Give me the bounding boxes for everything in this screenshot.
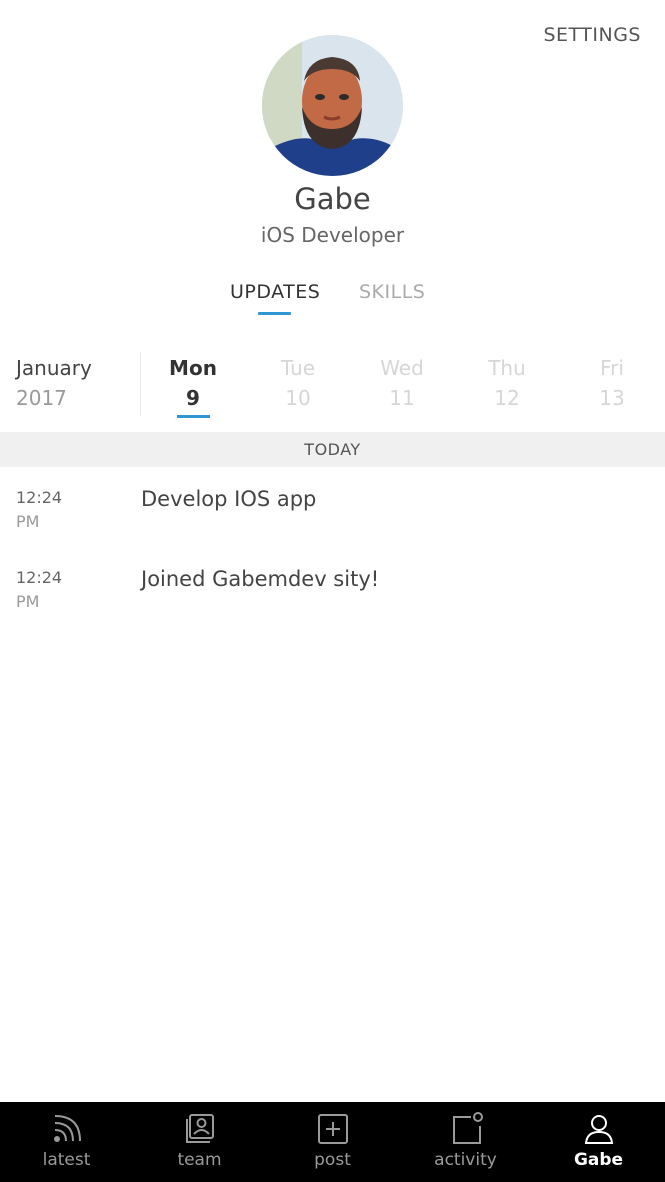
avatar [262, 35, 403, 176]
month-label: January [16, 356, 92, 380]
day-wed[interactable]: Wed 11 [367, 356, 437, 410]
day-name: Tue [280, 356, 316, 380]
tab-updates[interactable]: UPDATES [230, 281, 320, 303]
profile-name: Gabe [294, 182, 371, 216]
update-ampm: PM [16, 512, 40, 531]
profile-tabs: UPDATES SKILLS [0, 281, 665, 321]
bottom-tab-bar: latest team post activity Gabe [0, 1102, 665, 1182]
settings-button[interactable]: SETTINGS [543, 24, 641, 46]
tabbar-profile[interactable]: Gabe [532, 1102, 665, 1182]
list-item[interactable]: 12:24 PM Develop IOS app [0, 486, 665, 556]
team-icon [183, 1112, 217, 1146]
day-name: Fri [600, 356, 624, 380]
tabbar-label: team [177, 1150, 222, 1170]
tabbar-latest[interactable]: latest [0, 1102, 133, 1182]
update-text: Develop IOS app [141, 487, 317, 511]
plus-square-icon [316, 1112, 350, 1146]
tabbar-post[interactable]: post [266, 1102, 399, 1182]
day-number: 12 [494, 386, 520, 410]
update-time: 12:24 [16, 568, 63, 587]
update-time: 12:24 [16, 488, 63, 507]
user-icon [582, 1112, 616, 1146]
update-text: Joined Gabemdev sity! [141, 567, 380, 591]
rss-icon [50, 1112, 84, 1146]
day-thu[interactable]: Thu 12 [472, 356, 542, 410]
list-item[interactable]: 12:24 PM Joined Gabemdev sity! [0, 566, 665, 636]
day-name: Mon [169, 356, 217, 380]
date-divider [140, 352, 141, 416]
tabbar-label: activity [434, 1150, 497, 1170]
update-ampm: PM [16, 592, 40, 611]
tabbar-team[interactable]: team [133, 1102, 266, 1182]
day-tue[interactable]: Tue 10 [263, 356, 333, 410]
tabbar-activity[interactable]: activity [399, 1102, 532, 1182]
day-fri[interactable]: Fri 13 [577, 356, 647, 410]
profile-role: iOS Developer [260, 223, 405, 247]
section-header-today: TODAY [0, 432, 665, 467]
tabbar-label: post [314, 1150, 351, 1170]
tab-active-indicator [258, 312, 291, 315]
month-year: January 2017 [16, 356, 92, 410]
day-number: 11 [389, 386, 415, 410]
day-name: Wed [380, 356, 424, 380]
year-label: 2017 [16, 386, 67, 410]
day-number: 13 [599, 386, 625, 410]
tabbar-label: latest [42, 1150, 91, 1170]
notification-icon [449, 1112, 483, 1146]
day-name: Thu [488, 356, 526, 380]
day-number: 9 [186, 386, 200, 410]
selected-day-indicator [177, 415, 210, 418]
day-number: 10 [285, 386, 311, 410]
day-mon[interactable]: Mon 9 [158, 356, 228, 410]
tabbar-label: Gabe [573, 1150, 624, 1170]
tab-skills[interactable]: SKILLS [359, 281, 425, 303]
